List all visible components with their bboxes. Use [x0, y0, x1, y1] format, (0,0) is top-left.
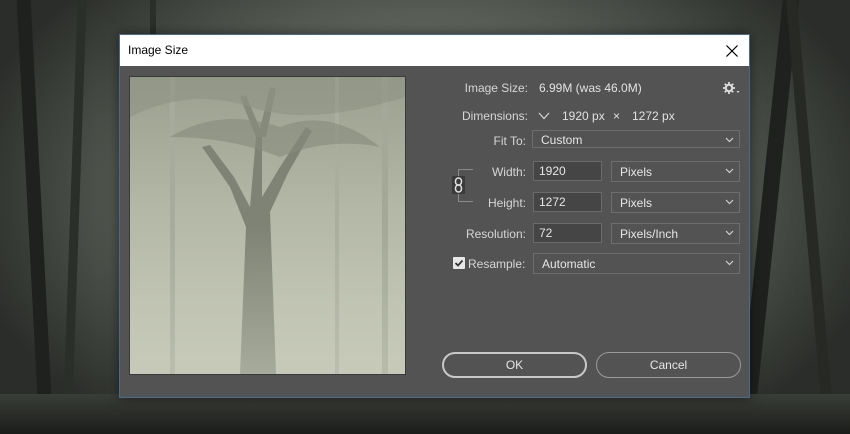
background-ground: [0, 394, 850, 434]
dimensions-width: 1920 px: [562, 109, 605, 123]
link-icon[interactable]: [452, 176, 465, 194]
chevron-down-icon: [725, 137, 734, 143]
background-tree-trunk: [16, 0, 54, 434]
gear-icon[interactable]: [722, 81, 740, 95]
dimensions-separator: ×: [613, 109, 621, 123]
image-size-value: 6.99M (was 46.0M): [539, 81, 642, 95]
background-tree-trunk: [62, 0, 87, 434]
resolution-label: Resolution:: [465, 227, 526, 241]
fit-to-select[interactable]: Custom: [532, 130, 740, 148]
fit-to-label: Fit To:: [493, 134, 526, 148]
resample-method-value: Automatic: [542, 257, 596, 271]
resample-checkbox[interactable]: [453, 257, 465, 269]
dimensions-dropdown-icon[interactable]: [538, 111, 550, 121]
close-icon: [726, 44, 738, 57]
width-unit-value: Pixels: [620, 165, 653, 179]
height-label: Height:: [487, 196, 526, 210]
resolution-unit-select[interactable]: Pixels/Inch: [611, 223, 740, 244]
forest-preview-image: [130, 77, 405, 374]
image-size-dialog: Image Size Image Size: 6.99M (was 46.0M)…: [119, 34, 750, 398]
checkmark-icon: [454, 259, 464, 267]
height-input[interactable]: [533, 192, 602, 212]
chevron-down-icon: [725, 168, 734, 174]
dialog-titlebar[interactable]: Image Size: [120, 35, 749, 66]
background-tree-trunk: [786, 0, 835, 434]
cancel-button[interactable]: Cancel: [596, 352, 741, 378]
height-unit-value: Pixels: [620, 196, 653, 210]
dialog-title: Image Size: [128, 43, 189, 57]
resolution-unit-value: Pixels/Inch: [620, 227, 679, 241]
image-preview[interactable]: [129, 76, 406, 375]
dimensions-height: 1272 px: [632, 109, 675, 123]
chevron-down-icon: [725, 199, 734, 205]
chevron-down-icon: [725, 230, 734, 236]
image-size-label: Image Size:: [464, 81, 528, 95]
width-unit-select[interactable]: Pixels: [611, 161, 740, 182]
width-input[interactable]: [533, 161, 602, 181]
resample-label[interactable]: Resample:: [468, 257, 525, 271]
ok-button[interactable]: OK: [442, 352, 587, 378]
chevron-down-icon: [725, 260, 734, 266]
fit-to-value: Custom: [541, 133, 583, 147]
resample-method-select[interactable]: Automatic: [533, 253, 740, 274]
height-unit-select[interactable]: Pixels: [611, 192, 740, 213]
dimensions-label: Dimensions:: [461, 109, 528, 123]
close-button[interactable]: [715, 35, 749, 66]
resolution-input[interactable]: [533, 223, 602, 243]
